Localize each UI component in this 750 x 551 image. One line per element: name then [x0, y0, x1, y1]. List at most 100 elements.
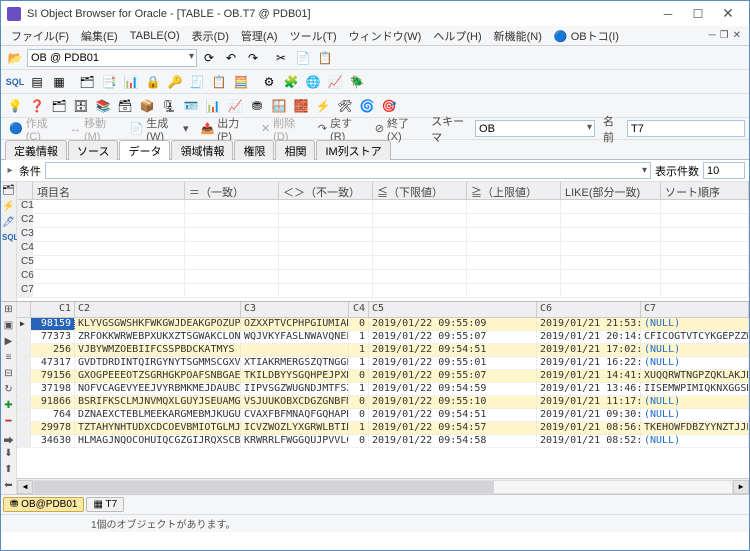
tb3-icon-10[interactable]: 📊: [203, 96, 223, 116]
key-icon[interactable]: 🔑: [165, 72, 185, 92]
sidebar-icon-4[interactable]: SQL: [2, 233, 15, 246]
col-sort[interactable]: ソート順序: [661, 182, 749, 199]
menu-help[interactable]: ヘルプ(H): [427, 26, 487, 46]
child-close-button[interactable]: ✕: [733, 30, 741, 41]
redo-icon[interactable]: ↷: [243, 48, 263, 68]
undo-icon[interactable]: ↶: [221, 48, 241, 68]
tb-icon-9[interactable]: 📈: [325, 72, 345, 92]
data-row[interactable]: 77373ZRFOKKWRWEBPXUKXZTSGWAKCLONAHVWQJVK…: [17, 331, 749, 344]
rowbar-icon-8[interactable]: ━: [2, 416, 15, 429]
tb-icon-8[interactable]: 🌐: [303, 72, 323, 92]
data-col-c3[interactable]: C3: [241, 302, 349, 317]
tb3-icon-1[interactable]: 💡: [5, 96, 25, 116]
refresh-icon[interactable]: ⟳: [199, 48, 219, 68]
menu-view[interactable]: 表示(D): [186, 26, 235, 46]
tab-imstore[interactable]: IM列ストア: [316, 140, 390, 160]
tab-data[interactable]: データ: [119, 140, 170, 160]
maximize-button[interactable]: ☐: [683, 4, 713, 24]
criteria-row[interactable]: C5: [17, 256, 749, 270]
sql-icon[interactable]: SQL: [5, 72, 25, 92]
data-col-c1[interactable]: C1: [31, 302, 75, 317]
criteria-row[interactable]: C3: [17, 228, 749, 242]
sidebar-icon-2[interactable]: ⚡: [2, 201, 15, 214]
list-icon[interactable]: ▤: [27, 72, 47, 92]
menu-edit[interactable]: 編集(E): [75, 26, 124, 46]
tab-region[interactable]: 領域情報: [171, 140, 233, 160]
tab-privilege[interactable]: 権限: [234, 140, 274, 160]
menu-tool[interactable]: ツール(T): [284, 26, 343, 46]
tab-definition[interactable]: 定義情報: [5, 140, 67, 160]
rowbar-icon-10[interactable]: ⬇: [2, 448, 15, 461]
data-row[interactable]: 37198NOFVCAGEVYEEJVYRBMKMEJDAUBCZJLIIPVS…: [17, 383, 749, 396]
action-generate[interactable]: 📄 生成(W) ▾: [126, 114, 193, 144]
tab-correlation[interactable]: 相関: [275, 140, 315, 160]
hscroll-thumb[interactable]: [34, 481, 494, 493]
menu-window[interactable]: ウィンドウ(W): [343, 26, 428, 46]
tb-icon-2[interactable]: 📑: [99, 72, 119, 92]
data-col-c7[interactable]: C7: [641, 302, 749, 317]
name-input[interactable]: [627, 120, 745, 137]
tb-icon-3[interactable]: 📊: [121, 72, 141, 92]
rowbar-icon-4[interactable]: ≡: [2, 352, 15, 365]
status-conn-tab[interactable]: ⛃ OB@PDB01: [3, 497, 84, 512]
tb3-icon-8[interactable]: 🗜: [159, 96, 179, 116]
tb3-icon-17[interactable]: 🌀: [357, 96, 377, 116]
data-row[interactable]: 98159KLYVGSGWSHKFWKGWJDEAKGPOZUPGBPOZXXP…: [17, 318, 749, 331]
tb3-icon-4[interactable]: 🗄: [71, 96, 91, 116]
cut-icon[interactable]: ✂: [271, 48, 291, 68]
data-row[interactable]: 34630HLMAGJNQOCOHUIQCGZGIJRQXSCBXGKKRWRR…: [17, 435, 749, 448]
tb-icon-5[interactable]: 📋: [209, 72, 229, 92]
rowbar-icon-7[interactable]: ✚: [2, 400, 15, 413]
gear-icon[interactable]: ⚙: [259, 72, 279, 92]
hscroll-left[interactable]: ◀: [17, 480, 33, 494]
minimize-button[interactable]: ─: [653, 4, 683, 24]
data-row[interactable]: 91866BSRIFKSCLMJNVMQXLGUYJSEUAMGBOWVSJUU…: [17, 396, 749, 409]
data-row[interactable]: 79156GXOGPEEEOTZSGRHGKPOAFSNBGAEIXPTKILD…: [17, 370, 749, 383]
tb3-icon-6[interactable]: 🗃: [115, 96, 135, 116]
rowbar-icon-2[interactable]: ▣: [2, 320, 15, 333]
tb3-icon-11[interactable]: 📈: [225, 96, 245, 116]
data-col-c5[interactable]: C5: [369, 302, 537, 317]
col-neq[interactable]: ＜＞（不一致）: [279, 182, 373, 199]
tb3-icon-14[interactable]: 🧱: [291, 96, 311, 116]
rowbar-icon-11[interactable]: ⬆: [2, 464, 15, 477]
tb-icon-6[interactable]: 🧮: [231, 72, 251, 92]
rowbar-icon-6[interactable]: ↻: [2, 384, 15, 397]
col-eq[interactable]: ＝（一致）: [185, 182, 279, 199]
menu-file[interactable]: ファイル(F): [5, 26, 75, 46]
schema-combo[interactable]: [475, 120, 595, 137]
tb3-icon-13[interactable]: 🪟: [269, 96, 289, 116]
col-itemname[interactable]: 項目名: [33, 182, 185, 199]
criteria-row[interactable]: C7: [17, 284, 749, 298]
data-col-c4[interactable]: C4: [349, 302, 369, 317]
criteria-row[interactable]: C6: [17, 270, 749, 284]
criteria-grid[interactable]: 項目名 ＝（一致） ＜＞（不一致） ≦（下限値） ≧（上限値） LIKE(部分一…: [17, 182, 749, 301]
child-minimize-button[interactable]: ─: [709, 30, 716, 41]
tb-icon-4[interactable]: 🧾: [187, 72, 207, 92]
tab-source[interactable]: ソース: [68, 140, 118, 160]
lock-icon[interactable]: 🔒: [143, 72, 163, 92]
action-redo[interactable]: ↷ 戻す(R): [314, 114, 367, 144]
col-lte[interactable]: ≦（下限値）: [373, 182, 467, 199]
data-col-c6[interactable]: C6: [537, 302, 641, 317]
copy-icon[interactable]: 📄: [293, 48, 313, 68]
tb3-icon-5[interactable]: 📚: [93, 96, 113, 116]
criteria-row[interactable]: C2: [17, 214, 749, 228]
criteria-row[interactable]: C4: [17, 242, 749, 256]
tb-icon-7[interactable]: 🧩: [281, 72, 301, 92]
display-count-input[interactable]: [703, 162, 745, 179]
tb3-icon-18[interactable]: 🎯: [379, 96, 399, 116]
tb-icon-1[interactable]: 🗂: [77, 72, 97, 92]
data-row[interactable]: 256VJBYWMZOEBIIFCSSPBDCKATMYS L12019/01/…: [17, 344, 749, 357]
col-gte[interactable]: ≧（上限値）: [467, 182, 561, 199]
menu-table[interactable]: TABLE(O): [124, 28, 186, 44]
tb-icon-10[interactable]: 🪲: [347, 72, 367, 92]
rowbar-icon-3[interactable]: ▶: [2, 336, 15, 349]
tb3-icon-2[interactable]: ❓: [27, 96, 47, 116]
menu-newfunc[interactable]: 新機能(N): [488, 26, 548, 46]
data-row[interactable]: 764DZNAEXCTEBLMEEKARGMEBMJKUGURGCCVAXFBF…: [17, 409, 749, 422]
tb3-icon-3[interactable]: 🗂: [49, 96, 69, 116]
child-restore-button[interactable]: ❐: [720, 30, 729, 41]
action-output[interactable]: 📤 出力(P): [197, 114, 253, 144]
connection-combo[interactable]: [27, 49, 197, 67]
